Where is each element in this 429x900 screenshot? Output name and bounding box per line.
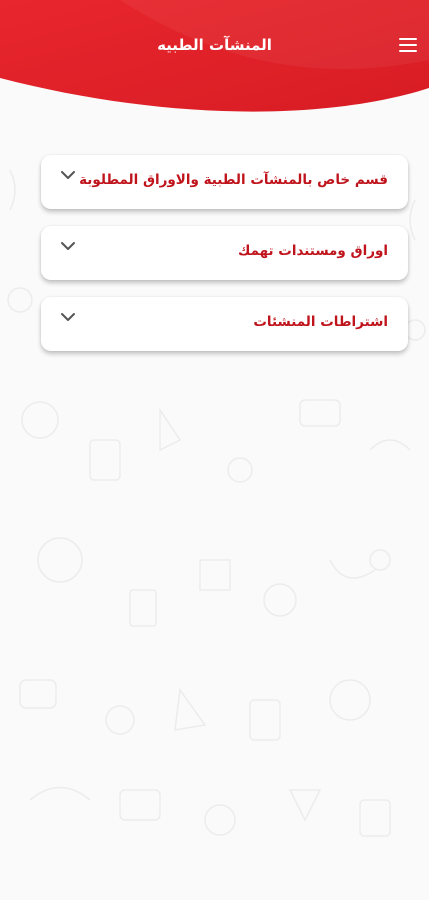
chevron-down-icon — [61, 313, 75, 321]
chevron-down-icon — [61, 171, 75, 179]
section-important-documents[interactable]: اوراق ومستندات تهمك — [41, 226, 408, 280]
section-facility-requirements[interactable]: اشتراطات المنشئات — [41, 297, 408, 351]
header-wave-background — [0, 0, 429, 112]
page-title: المنشآت الطبيه — [157, 36, 272, 54]
hamburger-menu-icon[interactable] — [399, 38, 417, 52]
sections-list: قسم خاص بالمنشآت الطبية والاوراق المطلوب… — [41, 155, 408, 368]
chevron-down-icon — [61, 242, 75, 250]
section-label: اشتراطات المنشئات — [253, 314, 388, 330]
doodle-background — [7, 169, 426, 837]
section-label: اوراق ومستندات تهمك — [238, 243, 388, 259]
app-header: المنشآت الطبيه — [0, 0, 429, 125]
section-label: قسم خاص بالمنشآت الطبية والاوراق المطلوب… — [79, 172, 388, 188]
section-medical-facilities-papers[interactable]: قسم خاص بالمنشآت الطبية والاوراق المطلوب… — [41, 155, 408, 209]
